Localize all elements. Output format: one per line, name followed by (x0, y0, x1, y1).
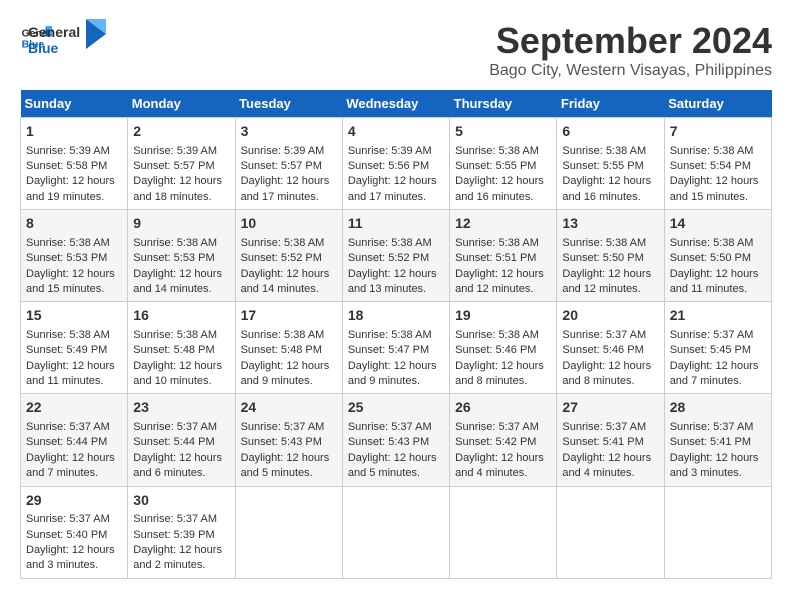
table-row (235, 486, 342, 578)
day-number: 24 (241, 398, 337, 418)
day-number: 7 (670, 122, 766, 142)
table-row (557, 486, 664, 578)
table-row: 18Sunrise: 5:38 AMSunset: 5:47 PMDayligh… (342, 302, 449, 394)
calendar-body: 1Sunrise: 5:39 AMSunset: 5:58 PMDaylight… (21, 118, 772, 579)
logo-blue: Blue (28, 40, 80, 56)
table-row: 26Sunrise: 5:37 AMSunset: 5:42 PMDayligh… (450, 394, 557, 486)
table-row: 7Sunrise: 5:38 AMSunset: 5:54 PMDaylight… (664, 118, 771, 210)
calendar-week: 8Sunrise: 5:38 AMSunset: 5:53 PMDaylight… (21, 210, 772, 302)
header: General Blue General Blue September 2024… (20, 20, 772, 80)
day-number: 19 (455, 306, 551, 326)
title-area: September 2024 Bago City, Western Visaya… (489, 20, 772, 80)
day-number: 22 (26, 398, 122, 418)
calendar-week-1: 1Sunrise: 5:39 AMSunset: 5:58 PMDaylight… (21, 118, 772, 210)
table-row: 15Sunrise: 5:38 AMSunset: 5:49 PMDayligh… (21, 302, 128, 394)
calendar-week: 29Sunrise: 5:37 AMSunset: 5:40 PMDayligh… (21, 486, 772, 578)
day-number: 21 (670, 306, 766, 326)
table-row: 10Sunrise: 5:38 AMSunset: 5:52 PMDayligh… (235, 210, 342, 302)
table-row (342, 486, 449, 578)
day-number: 18 (348, 306, 444, 326)
day-number: 20 (562, 306, 658, 326)
day-number: 8 (26, 214, 122, 234)
day-number: 5 (455, 122, 551, 142)
day-number: 10 (241, 214, 337, 234)
table-row: 13Sunrise: 5:38 AMSunset: 5:50 PMDayligh… (557, 210, 664, 302)
page-title: September 2024 (489, 20, 772, 62)
table-row: 19Sunrise: 5:38 AMSunset: 5:46 PMDayligh… (450, 302, 557, 394)
day-number: 28 (670, 398, 766, 418)
table-row: 5Sunrise: 5:38 AMSunset: 5:55 PMDaylight… (450, 118, 557, 210)
table-row (450, 486, 557, 578)
day-number: 4 (348, 122, 444, 142)
day-number: 27 (562, 398, 658, 418)
day-number: 2 (133, 122, 229, 142)
header-thursday: Thursday (450, 90, 557, 118)
table-row: 17Sunrise: 5:38 AMSunset: 5:48 PMDayligh… (235, 302, 342, 394)
table-row: 2Sunrise: 5:39 AMSunset: 5:57 PMDaylight… (128, 118, 235, 210)
header-sunday: Sunday (21, 90, 128, 118)
day-number: 1 (26, 122, 122, 142)
header-monday: Monday (128, 90, 235, 118)
table-row: 29Sunrise: 5:37 AMSunset: 5:40 PMDayligh… (21, 486, 128, 578)
header-friday: Friday (557, 90, 664, 118)
logo-general: General (28, 24, 80, 40)
day-number: 29 (26, 491, 122, 511)
table-row: 4Sunrise: 5:39 AMSunset: 5:56 PMDaylight… (342, 118, 449, 210)
day-number: 15 (26, 306, 122, 326)
table-row: 28Sunrise: 5:37 AMSunset: 5:41 PMDayligh… (664, 394, 771, 486)
day-number: 6 (562, 122, 658, 142)
table-row: 20Sunrise: 5:37 AMSunset: 5:46 PMDayligh… (557, 302, 664, 394)
day-number: 12 (455, 214, 551, 234)
day-number: 26 (455, 398, 551, 418)
day-number: 11 (348, 214, 444, 234)
table-row: 6Sunrise: 5:38 AMSunset: 5:55 PMDaylight… (557, 118, 664, 210)
header-wednesday: Wednesday (342, 90, 449, 118)
day-number: 30 (133, 491, 229, 511)
table-row: 30Sunrise: 5:37 AMSunset: 5:39 PMDayligh… (128, 486, 235, 578)
calendar-week: 22Sunrise: 5:37 AMSunset: 5:44 PMDayligh… (21, 394, 772, 486)
day-number: 3 (241, 122, 337, 142)
calendar-header-row: Sunday Monday Tuesday Wednesday Thursday… (21, 90, 772, 118)
day-number: 23 (133, 398, 229, 418)
logo: General Blue General Blue (20, 20, 106, 56)
table-row: 11Sunrise: 5:38 AMSunset: 5:52 PMDayligh… (342, 210, 449, 302)
table-row: 21Sunrise: 5:37 AMSunset: 5:45 PMDayligh… (664, 302, 771, 394)
table-row: 22Sunrise: 5:37 AMSunset: 5:44 PMDayligh… (21, 394, 128, 486)
table-row: 9Sunrise: 5:38 AMSunset: 5:53 PMDaylight… (128, 210, 235, 302)
header-tuesday: Tuesday (235, 90, 342, 118)
calendar-table: Sunday Monday Tuesday Wednesday Thursday… (20, 90, 772, 579)
table-row: 1Sunrise: 5:39 AMSunset: 5:58 PMDaylight… (21, 118, 128, 210)
table-row: 25Sunrise: 5:37 AMSunset: 5:43 PMDayligh… (342, 394, 449, 486)
table-row: 16Sunrise: 5:38 AMSunset: 5:48 PMDayligh… (128, 302, 235, 394)
table-row: 23Sunrise: 5:37 AMSunset: 5:44 PMDayligh… (128, 394, 235, 486)
table-row: 27Sunrise: 5:37 AMSunset: 5:41 PMDayligh… (557, 394, 664, 486)
day-number: 25 (348, 398, 444, 418)
table-row: 14Sunrise: 5:38 AMSunset: 5:50 PMDayligh… (664, 210, 771, 302)
table-row: 8Sunrise: 5:38 AMSunset: 5:53 PMDaylight… (21, 210, 128, 302)
logo-arrow-icon (86, 19, 106, 49)
day-number: 16 (133, 306, 229, 326)
day-number: 13 (562, 214, 658, 234)
day-number: 9 (133, 214, 229, 234)
header-saturday: Saturday (664, 90, 771, 118)
table-row: 3Sunrise: 5:39 AMSunset: 5:57 PMDaylight… (235, 118, 342, 210)
calendar-week: 15Sunrise: 5:38 AMSunset: 5:49 PMDayligh… (21, 302, 772, 394)
day-number: 14 (670, 214, 766, 234)
table-row (664, 486, 771, 578)
table-row: 12Sunrise: 5:38 AMSunset: 5:51 PMDayligh… (450, 210, 557, 302)
table-row: 24Sunrise: 5:37 AMSunset: 5:43 PMDayligh… (235, 394, 342, 486)
day-number: 17 (241, 306, 337, 326)
page-subtitle: Bago City, Western Visayas, Philippines (489, 62, 772, 80)
